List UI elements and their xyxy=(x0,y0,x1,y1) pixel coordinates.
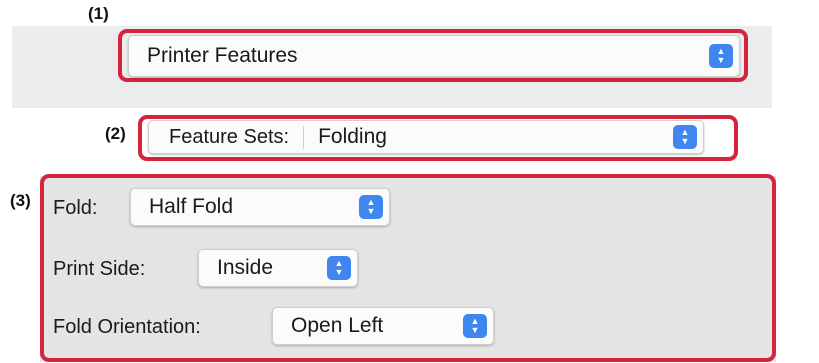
printer-features-value: Printer Features xyxy=(147,44,298,67)
fold-label: Fold: xyxy=(53,197,98,219)
fold-orientation-popup[interactable]: Open Left ▲ ▼ xyxy=(272,307,494,345)
up-down-chevron-icon: ▲ ▼ xyxy=(673,125,697,149)
callout-label-1: (1) xyxy=(88,4,109,23)
fold-popup[interactable]: Half Fold ▲ ▼ xyxy=(130,188,390,226)
feature-sets-popup[interactable]: Feature Sets: Folding ▲ ▼ xyxy=(148,120,704,154)
up-down-chevron-icon: ▲ ▼ xyxy=(359,195,383,219)
up-down-chevron-icon: ▲ ▼ xyxy=(327,256,351,280)
print-side-label: Print Side: xyxy=(53,258,146,280)
callout-label-3: (3) xyxy=(10,191,31,210)
fold-value: Half Fold xyxy=(149,195,234,218)
print-side-popup[interactable]: Inside ▲ ▼ xyxy=(198,249,358,287)
callout-label-2: (2) xyxy=(105,124,126,143)
up-down-chevron-icon: ▲ ▼ xyxy=(463,314,487,338)
feature-sets-value: Folding xyxy=(318,125,387,148)
fold-orientation-value: Open Left xyxy=(291,314,384,337)
printer-features-popup[interactable]: Printer Features ▲ ▼ xyxy=(128,35,740,77)
fold-orientation-label: Fold Orientation: xyxy=(53,316,201,338)
up-down-chevron-icon: ▲ ▼ xyxy=(709,44,733,68)
feature-sets-label: Feature Sets: xyxy=(149,125,305,149)
